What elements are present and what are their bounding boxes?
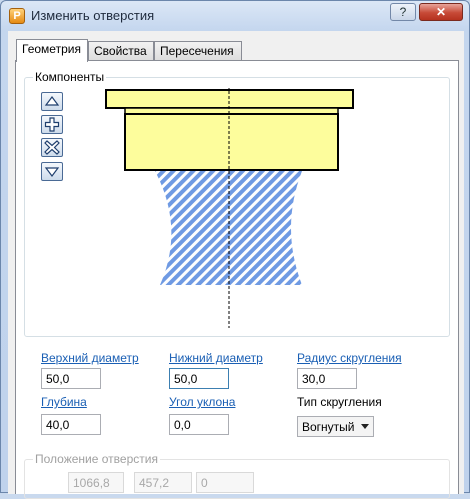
top-diameter-input[interactable] <box>41 368 101 389</box>
counterbore-body-segment <box>124 113 339 171</box>
tab-geometry[interactable]: Геометрия <box>16 39 88 62</box>
remove-icon <box>44 140 60 155</box>
position-z-input <box>196 472 254 493</box>
depth-input[interactable] <box>41 414 101 435</box>
top-diameter-label[interactable]: Верхний диаметр <box>41 351 139 365</box>
fillet-radius-label[interactable]: Радиус скругления <box>297 351 402 365</box>
app-icon: P <box>9 8 25 24</box>
fillet-radius-input[interactable] <box>297 368 357 389</box>
move-up-button[interactable] <box>41 92 63 111</box>
depth-label[interactable]: Глубина <box>41 395 87 409</box>
components-label: Компоненты <box>33 70 107 84</box>
close-button[interactable]: ✕ <box>419 3 463 21</box>
geometry-panel: Компоненты Верхний диаметр 50,0 Нижний д… <box>15 60 459 499</box>
position-y-input <box>134 472 192 493</box>
title-bar[interactable]: P Изменить отверстия ? ✕ <box>1 1 469 31</box>
bottom-diameter-label[interactable]: Нижний диаметр <box>169 351 263 365</box>
components-group: Компоненты <box>24 70 450 337</box>
fillet-type-value: Вогнутый <box>302 420 355 434</box>
add-icon <box>44 117 60 132</box>
bottom-diameter-input[interactable] <box>169 368 229 389</box>
tab-properties[interactable]: Свойства <box>88 41 154 61</box>
position-x-input <box>68 472 124 493</box>
tab-intersections[interactable]: Пересечения <box>154 41 242 61</box>
hole-position-label: Положение отверстия <box>33 452 160 466</box>
window-title: Изменить отверстия <box>31 8 155 23</box>
move-down-button[interactable] <box>41 162 63 181</box>
arrow-up-icon <box>44 96 60 106</box>
dialog-body: Геометрия Свойства Пересечения Компонент… <box>8 31 464 499</box>
hole-profile-diagram <box>105 88 354 328</box>
draft-angle-input[interactable] <box>169 414 229 435</box>
fillet-type-label: Тип скругления <box>297 395 382 409</box>
dialog-window: P Изменить отверстия ? ✕ Геометрия Свойс… <box>0 0 470 499</box>
fillet-type-dropdown[interactable]: Вогнутый <box>297 416 374 437</box>
help-button[interactable]: ? <box>390 3 416 21</box>
draft-angle-label[interactable]: Угол уклона <box>169 395 235 409</box>
remove-component-button[interactable] <box>41 138 63 157</box>
arrow-down-icon <box>44 167 60 177</box>
chevron-down-icon <box>361 424 369 429</box>
add-component-button[interactable] <box>41 115 63 134</box>
